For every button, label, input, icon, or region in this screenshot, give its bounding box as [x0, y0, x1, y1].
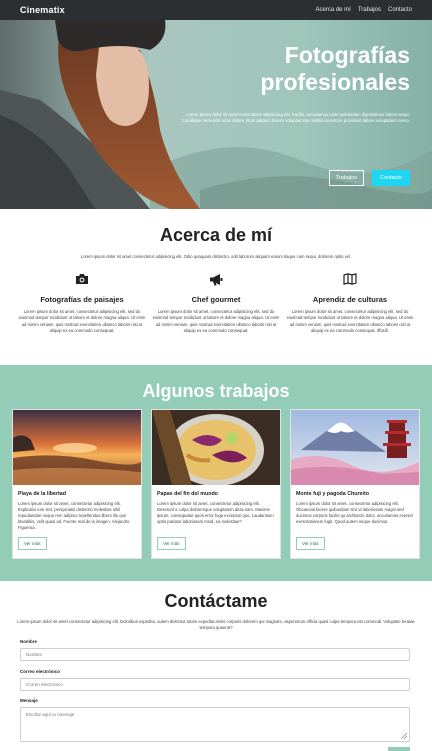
email-field[interactable]: Correo electrónico	[20, 678, 410, 691]
resize-handle-icon[interactable]	[400, 732, 408, 740]
hero-buttons: Trabajos Contacto	[328, 170, 410, 186]
feature-desc: Lorem ipsum dolor sit amet, consectetur …	[286, 309, 414, 333]
card-title: Playa de la libertad	[18, 491, 66, 497]
feature-chef: Chef gourmet Lorem ipsum dolor sit amet,…	[152, 272, 280, 334]
card-desc: Lorem ipsum dolor sit amet, consectetur …	[157, 501, 274, 524]
contact-button[interactable]: Contacto	[371, 170, 410, 186]
mount-fuji-pagoda-image	[291, 410, 419, 485]
nav-link-works[interactable]: Trabajos	[358, 7, 381, 13]
message-placeholder: Escribe aquí tu mensaje	[26, 712, 75, 717]
about-title: Acerca de mí	[159, 225, 273, 245]
brand-logo[interactable]: Cinematix	[20, 5, 65, 15]
message-label: Mensaje	[20, 698, 38, 703]
camera-icon	[18, 272, 146, 286]
see-more-button[interactable]: Ver más	[157, 537, 186, 550]
about-intro: Lorem ipsum dolor sit amet consectetur a…	[80, 254, 352, 259]
nav-link-about[interactable]: Acerca de mí	[316, 7, 351, 13]
works-cards: Playa de la libertad Lorem ipsum dolor s…	[12, 409, 420, 559]
works-title: Algunos trabajos	[142, 381, 290, 401]
email-label: Correo electrónico	[20, 669, 61, 674]
contact-title: Contáctame	[164, 591, 268, 611]
nav-links: Acerca de mí Trabajos Contacto	[316, 7, 413, 13]
potatoes-dish-image	[152, 410, 280, 485]
map-icon	[286, 272, 414, 286]
hero-title: Fotografías profesionales	[260, 42, 410, 95]
see-more-button[interactable]: Ver más	[296, 537, 325, 550]
name-label: Nombre	[20, 639, 38, 644]
feature-title: Aprendiz de culturas	[312, 295, 388, 304]
works-button[interactable]: Trabajos	[328, 170, 364, 186]
about-section: Acerca de mí Lorem ipsum dolor sit amet …	[0, 209, 432, 365]
feature-cultures: Aprendiz de culturas Lorem ipsum dolor s…	[286, 272, 414, 334]
beach-sunset-image	[13, 410, 141, 485]
work-card-food: Papas del fin del mundo Lorem ipsum dolo…	[151, 409, 281, 559]
feature-landscape: Fotografías de paisajes Lorem ipsum dolo…	[18, 272, 146, 334]
card-desc: Lorem ipsum dolor sit amet, consectetur …	[18, 501, 130, 530]
feature-desc: Lorem ipsum dolor sit amet, consectetur …	[18, 309, 146, 333]
features-list: Fotografías de paisajes Lorem ipsum dolo…	[18, 272, 414, 334]
submit-button[interactable]	[388, 747, 410, 751]
card-title: Monte fuji y pagoda Chureito	[296, 491, 369, 497]
megaphone-icon	[152, 272, 280, 286]
work-card-fuji: Monte fuji y pagoda Chureito Lorem ipsum…	[290, 409, 420, 559]
hero-description: Lorem ipsum dolor sit amet consectetur a…	[181, 112, 410, 124]
work-card-beach: Playa de la libertad Lorem ipsum dolor s…	[12, 409, 142, 559]
top-navbar: Cinematix Acerca de mí Trabajos Contacto	[0, 0, 432, 20]
feature-title: Fotografías de paisajes	[40, 295, 124, 304]
feature-title: Chef gourmet	[191, 295, 241, 304]
see-more-button[interactable]: Ver más	[18, 537, 47, 550]
name-field[interactable]: Nombre	[20, 648, 410, 661]
card-title: Papas del fin del mundo	[157, 491, 218, 497]
contact-intro: Lorem ipsum dolor sit amet consectetur a…	[17, 619, 415, 631]
nav-link-contact[interactable]: Contacto	[388, 7, 412, 13]
works-section: Algunos trabajos Playa de la libertad Lo…	[0, 365, 432, 581]
message-textarea[interactable]: Escribe aquí tu mensaje	[20, 707, 410, 742]
hero-section: Fotografías profesionales Lorem ipsum do…	[0, 20, 432, 209]
feature-desc: Lorem ipsum dolor sit amet, consectetur …	[152, 309, 280, 333]
card-desc: Lorem ipsum dolor sit amet, consectetur …	[296, 501, 413, 524]
